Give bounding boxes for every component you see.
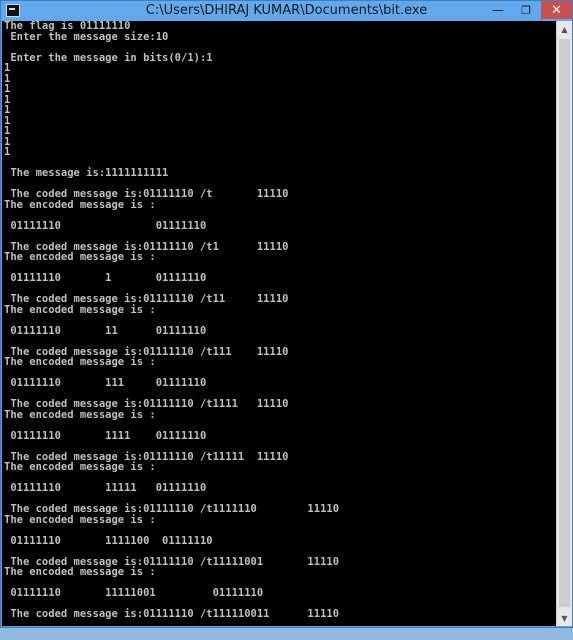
maximize-button[interactable]: ❐ [513,1,539,19]
console-line: The encoded message is : [4,198,156,211]
console-line: The encoded message is : [4,513,156,526]
console-line: 01111110 1 01111110 [4,272,207,284]
console-line: The encoded message is : [4,251,156,263]
console-window: C:\Users\DHIRAJ KUMAR\Documents\bit.exe … [0,0,573,628]
console-text: The flag is 01111110 Enter the message s… [2,21,556,620]
scroll-up-arrow-icon[interactable]: ▲ [557,21,572,37]
vertical-scrollbar[interactable]: ▲ ▼ [556,21,572,626]
console-line: 01111110 11111001 01111110 [4,587,264,599]
console-line: The encoded message is : [4,461,156,473]
console-line: Enter the message size:10 [4,30,169,43]
console-output-area[interactable]: The flag is 01111110 Enter the message s… [2,21,556,626]
console-line: The message is:1111111111 [4,167,169,179]
scroll-down-arrow-icon[interactable]: ▼ [557,610,572,626]
taskbar-edge [0,628,573,640]
console-line: The encoded message is : [4,303,156,316]
console-line: The encoded message is : [4,408,156,421]
console-line: 01111110 1111100 01111110 [4,534,213,547]
console-line: The encoded message is : [4,356,156,368]
console-line: 01111110 1111 01111110 [4,429,207,442]
close-button[interactable]: ✕ [541,1,572,19]
console-line: 01111110 11111 01111110 [4,482,207,494]
console-line: The encoded message is : [4,566,156,578]
console-line: The coded message is:01111110 /t11111001… [4,608,340,620]
console-line: 01111110 11 01111110 [4,324,207,337]
console-line: 01111110 111 01111110 [4,377,207,389]
console-line: 1 [4,146,11,158]
title-bar[interactable]: C:\Users\DHIRAJ KUMAR\Documents\bit.exe … [1,1,572,21]
scrollbar-thumb[interactable] [559,39,570,607]
minimize-button[interactable]: — [485,1,511,19]
console-line: Enter the message in bits(0/1):1 [4,51,213,64]
console-line: 01111110 01111110 [4,219,207,232]
